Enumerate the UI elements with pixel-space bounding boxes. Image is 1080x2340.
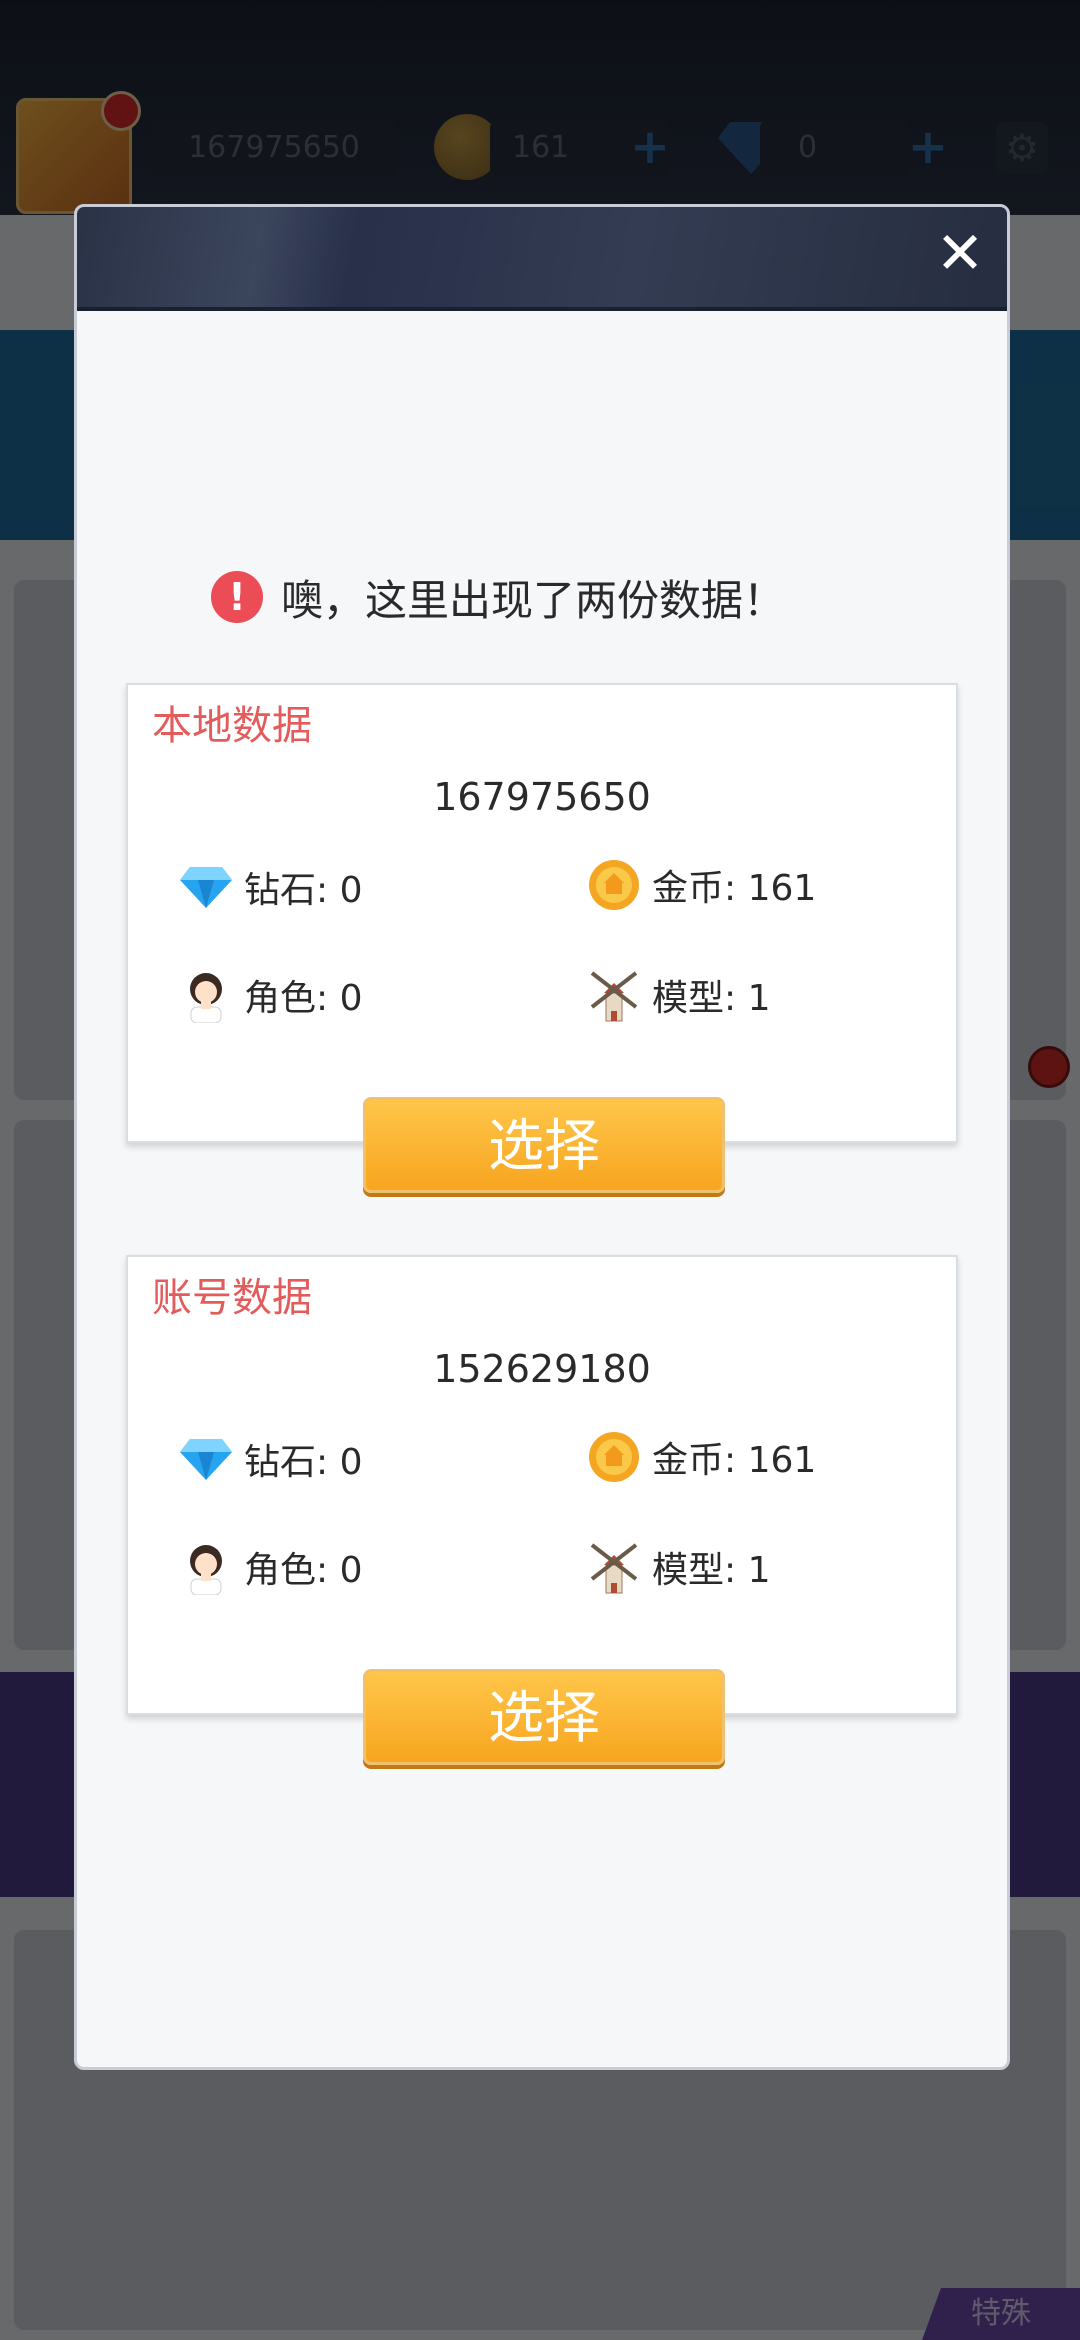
select-account-data-button[interactable]: 选择: [363, 1669, 725, 1765]
gem-stat: 钻石: 0: [178, 859, 362, 915]
coin-count: 金币: 161: [652, 868, 817, 909]
select-local-data-button[interactable]: 选择: [363, 1097, 725, 1193]
model-stat: 模型: 1: [586, 967, 770, 1023]
account-data-card: 账号数据 152629180 钻石: 0 金币: 161 角色: 0 模型: 1: [126, 1255, 958, 1715]
local-data-card: 本地数据 167975650 钻石: 0 金币: 161 角色: 0 模型: 1: [126, 683, 958, 1143]
character-icon: [178, 967, 234, 1023]
model-count: 模型: 1: [652, 978, 771, 1019]
gem-count: 钻石: 0: [244, 1442, 363, 1483]
diamond-icon: [178, 859, 234, 915]
gem-stat: 钻石: 0: [178, 1431, 362, 1487]
gold-coin-icon: [586, 857, 642, 913]
card-title: 账号数据: [152, 1275, 312, 1321]
model-count: 模型: 1: [652, 1550, 771, 1591]
player-id: 167975650: [433, 775, 651, 819]
gem-count: 钻石: 0: [244, 870, 363, 911]
conflict-alert: ! 噢，这里出现了两份数据！: [211, 562, 785, 632]
diamond-icon: [178, 1431, 234, 1487]
coin-stat: 金币: 161: [586, 1429, 816, 1485]
character-count: 角色: 0: [244, 1550, 363, 1591]
model-stat: 模型: 1: [586, 1539, 770, 1595]
character-stat: 角色: 0: [178, 967, 362, 1023]
character-icon: [178, 1539, 234, 1595]
gold-coin-icon: [586, 1429, 642, 1485]
windmill-icon: [586, 967, 642, 1023]
exclamation-icon: !: [211, 571, 263, 623]
alert-message: 噢，这里出现了两份数据！: [281, 575, 786, 625]
card-title: 本地数据: [152, 703, 312, 749]
player-id: 152629180: [433, 1347, 651, 1391]
windmill-icon: [586, 1539, 642, 1595]
dialog-header: ✕: [77, 207, 1007, 311]
character-stat: 角色: 0: [178, 1539, 362, 1595]
coin-stat: 金币: 161: [586, 857, 816, 913]
close-icon[interactable]: ✕: [931, 224, 989, 283]
data-conflict-dialog: ✕ ! 噢，这里出现了两份数据！ 本地数据 167975650 钻石: 0 金币…: [74, 204, 1010, 2070]
coin-count: 金币: 161: [652, 1440, 817, 1481]
character-count: 角色: 0: [244, 978, 363, 1019]
